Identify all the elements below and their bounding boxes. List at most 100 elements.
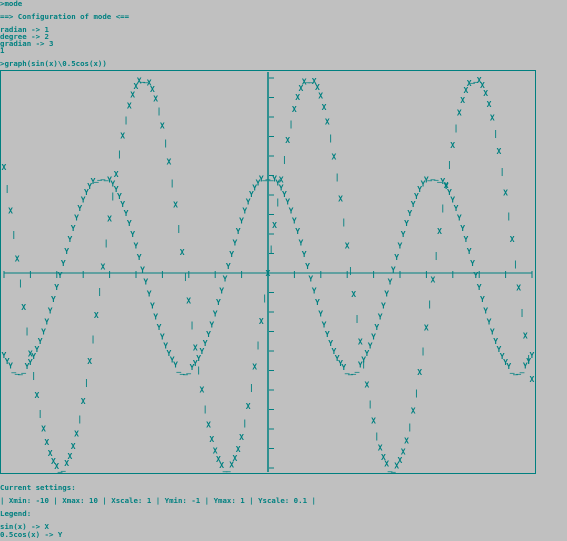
sin-point: X — [483, 89, 488, 98]
cos-point: Y — [147, 290, 152, 299]
cos-point: Y — [61, 259, 66, 268]
cos-point: Y — [203, 339, 208, 348]
sin-point: | — [5, 184, 10, 193]
sin-point: X — [398, 456, 403, 465]
sin-point: X — [325, 117, 330, 126]
cos-point: Y — [470, 259, 475, 268]
sin-point: X — [295, 93, 300, 102]
sin-point: | — [434, 251, 439, 260]
sin-point: X — [371, 417, 376, 426]
sin-point: | — [368, 400, 373, 409]
sin-point: X — [487, 100, 492, 109]
sin-point: X — [365, 380, 370, 389]
cos-point: Y — [41, 328, 46, 337]
sin-point: | — [203, 404, 208, 413]
sin-point: | — [163, 138, 168, 147]
sin-point: | — [355, 314, 360, 323]
cos-point: Y — [371, 333, 376, 342]
legend-header: Legend: — [0, 509, 32, 518]
sin-point: X — [490, 113, 495, 122]
sin-point: | — [427, 300, 432, 309]
sin-point: X — [193, 343, 198, 352]
cos-point: Y — [130, 230, 135, 239]
sin-point: X — [322, 103, 327, 112]
sin-point: X — [160, 121, 165, 130]
cos-point: Y — [404, 219, 409, 228]
sin-point: | — [275, 198, 280, 207]
cos-point: Y — [464, 235, 469, 244]
sin-point: X — [530, 375, 535, 384]
sin-point: X — [378, 444, 383, 453]
cos-point: Y — [54, 283, 59, 292]
sin-point: X — [404, 436, 409, 445]
cos-point: Y — [530, 351, 535, 360]
sin-point: | — [84, 378, 89, 387]
sin-point: | — [513, 259, 518, 268]
cos-point: Y — [239, 216, 244, 225]
sin-point: X — [239, 433, 244, 442]
cos-point: Y — [487, 318, 492, 327]
sin-point: | — [157, 107, 162, 116]
cos-point: Y — [292, 216, 297, 225]
sin-point: X — [497, 147, 502, 156]
cos-point: Y — [233, 238, 238, 247]
sin-point: | — [97, 287, 102, 296]
cos-point: Y — [308, 274, 313, 283]
cos-point: Y — [299, 238, 304, 247]
sin-point: | — [249, 383, 254, 392]
sin-point: | — [414, 388, 419, 397]
cos-point: Y — [209, 320, 214, 329]
sin-point: X — [200, 386, 205, 395]
sin-point: | — [25, 327, 30, 336]
sin-point: X — [411, 407, 416, 416]
cos-point: Y — [236, 227, 241, 236]
sin-point: | — [328, 134, 333, 143]
cos-point: Y — [401, 230, 406, 239]
sin-point: | — [183, 272, 188, 281]
sin-point: X — [318, 92, 323, 101]
cos-point: Y — [368, 341, 373, 350]
sin-point: X — [68, 452, 73, 461]
cos-point: Y — [74, 214, 79, 223]
sin-point: | — [31, 371, 36, 380]
cos-point: Y — [51, 295, 56, 304]
settings-line: | Xmin: -10 | Xmax: 10 | Xscale: 1 | Ymi… — [0, 496, 316, 505]
sin-point: | — [520, 308, 525, 317]
cos-point: Y — [153, 312, 158, 321]
cos-point: Y — [160, 333, 165, 342]
cos-point: Y — [318, 310, 323, 319]
sin-point: | — [190, 320, 195, 329]
sin-point: X — [101, 263, 106, 272]
sin-point: X — [44, 438, 49, 447]
cos-point: Y — [454, 204, 459, 213]
sin-point: X — [209, 435, 214, 444]
sin-point: X — [516, 284, 521, 293]
cos-point: Y — [477, 283, 482, 292]
sin-point: X — [450, 141, 455, 150]
sin-point: X — [74, 430, 79, 439]
cos-point: Y — [206, 330, 211, 339]
sin-point: X — [457, 108, 462, 117]
sin-point: | — [262, 293, 267, 302]
sin-point: | — [282, 155, 287, 164]
sin-point: | — [500, 167, 505, 176]
cos-point: Y — [289, 207, 294, 216]
sin-point: X — [127, 102, 132, 111]
sin-point: | — [18, 279, 23, 288]
cos-point: Y — [473, 271, 478, 280]
sin-point: | — [440, 204, 445, 213]
sin-point: X — [21, 303, 26, 312]
cos-point: Y — [219, 286, 224, 295]
sin-point: X — [130, 90, 135, 99]
sin-point: X — [94, 311, 99, 320]
sin-point: | — [454, 124, 459, 133]
cos-point: Y — [242, 207, 247, 216]
cos-point: Y — [127, 219, 132, 228]
sin-point: X — [510, 235, 515, 244]
cos-point: Y — [124, 209, 129, 218]
cos-point: Y — [143, 278, 148, 287]
cos-point: Y — [44, 318, 49, 327]
cos-point: Y — [394, 253, 399, 262]
sin-point: X — [81, 397, 86, 406]
sin-point: | — [117, 150, 122, 159]
